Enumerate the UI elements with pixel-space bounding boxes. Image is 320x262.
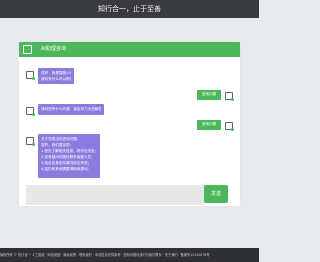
page-title: 知行合一，止于至善 xyxy=(98,5,161,13)
bot-avatar-icon xyxy=(26,107,35,116)
user-message: 咨询问题 xyxy=(197,90,221,100)
message-line: 4.如仍有其他需要请继续提问。 xyxy=(41,167,92,171)
footer-text: 版权所有 © 知行合一 人工智能 · 网站地图 · 隐私政策 · 联系我们 · … xyxy=(0,253,210,257)
chat-panel: AI助理咨询 您好，我是智能小助， 请问有什么可以帮您？ 咨询问题 请问您有什么… xyxy=(19,42,240,206)
message-line: 请问有什么可以帮您？ xyxy=(41,77,71,81)
bot-message: 关于您提出的咨询问题： 您好，我们建议您： 1.首先了解相关信息，再作出决定； … xyxy=(38,134,100,178)
chat-title: AI助理咨询 xyxy=(41,46,66,52)
footer: 版权所有 © 知行合一 人工智能 · 网站地图 · 隐私政策 · 联系我们 · … xyxy=(0,248,259,262)
bot-message: 您好，我是智能小助， 请问有什么可以帮您？ xyxy=(38,68,74,84)
message-line: 请问您有什么问题，我会尽力为您解答。 xyxy=(41,107,101,111)
bot-avatar-icon xyxy=(26,137,35,146)
chat-icon xyxy=(23,45,32,54)
page-title-bar: 知行合一，止于至善 xyxy=(0,0,259,18)
message-input[interactable] xyxy=(26,185,204,205)
user-avatar-icon xyxy=(225,122,234,131)
bot-avatar-icon xyxy=(26,71,35,80)
bot-message: 请问您有什么问题，我会尽力为您解答。 xyxy=(38,104,104,115)
user-avatar-icon xyxy=(225,92,234,101)
send-button[interactable]: 发送 xyxy=(204,185,228,203)
user-message: 咨询问题 xyxy=(197,120,221,130)
chat-header: AI助理咨询 xyxy=(19,42,240,57)
